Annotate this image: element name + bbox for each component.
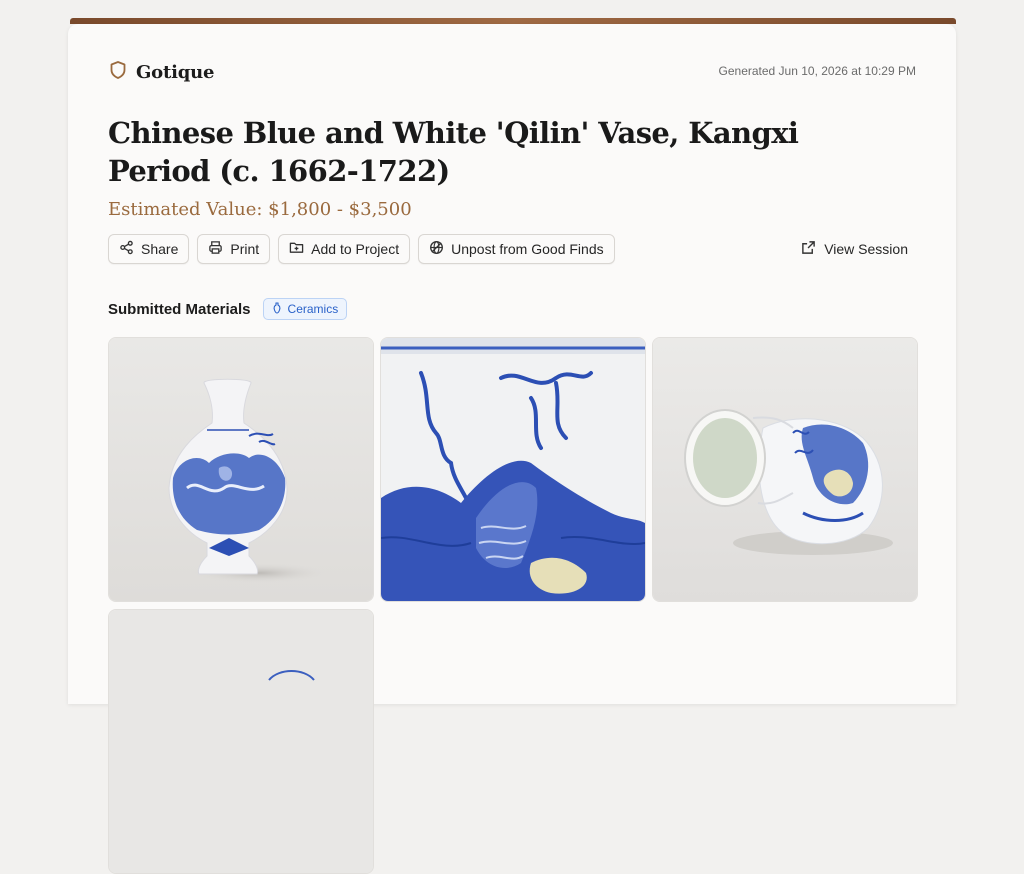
printer-icon bbox=[208, 240, 223, 258]
globe-icon bbox=[429, 240, 444, 258]
category-tag[interactable]: Ceramics bbox=[262, 298, 348, 320]
vase-detail-photo[interactable] bbox=[380, 337, 646, 602]
submitted-materials-header: Submitted Materials Ceramics bbox=[108, 298, 348, 320]
view-session-label: View Session bbox=[824, 241, 908, 257]
view-session-link[interactable]: View Session bbox=[801, 234, 908, 264]
brand[interactable]: Gotique bbox=[108, 60, 214, 85]
add-to-project-label: Add to Project bbox=[311, 241, 400, 257]
share-label: Share bbox=[141, 241, 179, 257]
item-title: Chinese Blue and White 'Qilin' Vase, Kan… bbox=[108, 116, 799, 188]
shield-icon bbox=[108, 60, 128, 85]
folder-plus-icon bbox=[289, 240, 304, 258]
report-card: Gotique Generated Jun 10, 2026 at 10:29 … bbox=[68, 24, 956, 874]
share-button[interactable]: Share bbox=[108, 234, 190, 264]
print-label: Print bbox=[230, 241, 260, 257]
estimated-value: Estimated Value: $1,800 - $3,500 bbox=[108, 199, 412, 220]
print-button[interactable]: Print bbox=[197, 234, 271, 264]
vase-tilted-photo[interactable] bbox=[652, 337, 918, 602]
vase-fourth-photo[interactable] bbox=[108, 609, 374, 874]
share-icon bbox=[119, 240, 134, 258]
vase-icon bbox=[272, 301, 282, 317]
generated-timestamp: Generated Jun 10, 2026 at 10:29 PM bbox=[718, 64, 916, 78]
vase-front-photo[interactable] bbox=[108, 337, 374, 602]
add-to-project-button[interactable]: Add to Project bbox=[278, 234, 411, 264]
brand-name: Gotique bbox=[136, 62, 215, 83]
section-title: Submitted Materials bbox=[108, 300, 251, 318]
report-header: Gotique Generated Jun 10, 2026 at 10:29 … bbox=[108, 60, 916, 84]
category-tag-label: Ceramics bbox=[287, 302, 339, 316]
external-link-icon bbox=[801, 240, 816, 258]
action-bar: Share Print Add to Project Unpost from G… bbox=[108, 234, 615, 264]
unpost-button[interactable]: Unpost from Good Finds bbox=[418, 234, 615, 264]
unpost-label: Unpost from Good Finds bbox=[451, 241, 604, 257]
